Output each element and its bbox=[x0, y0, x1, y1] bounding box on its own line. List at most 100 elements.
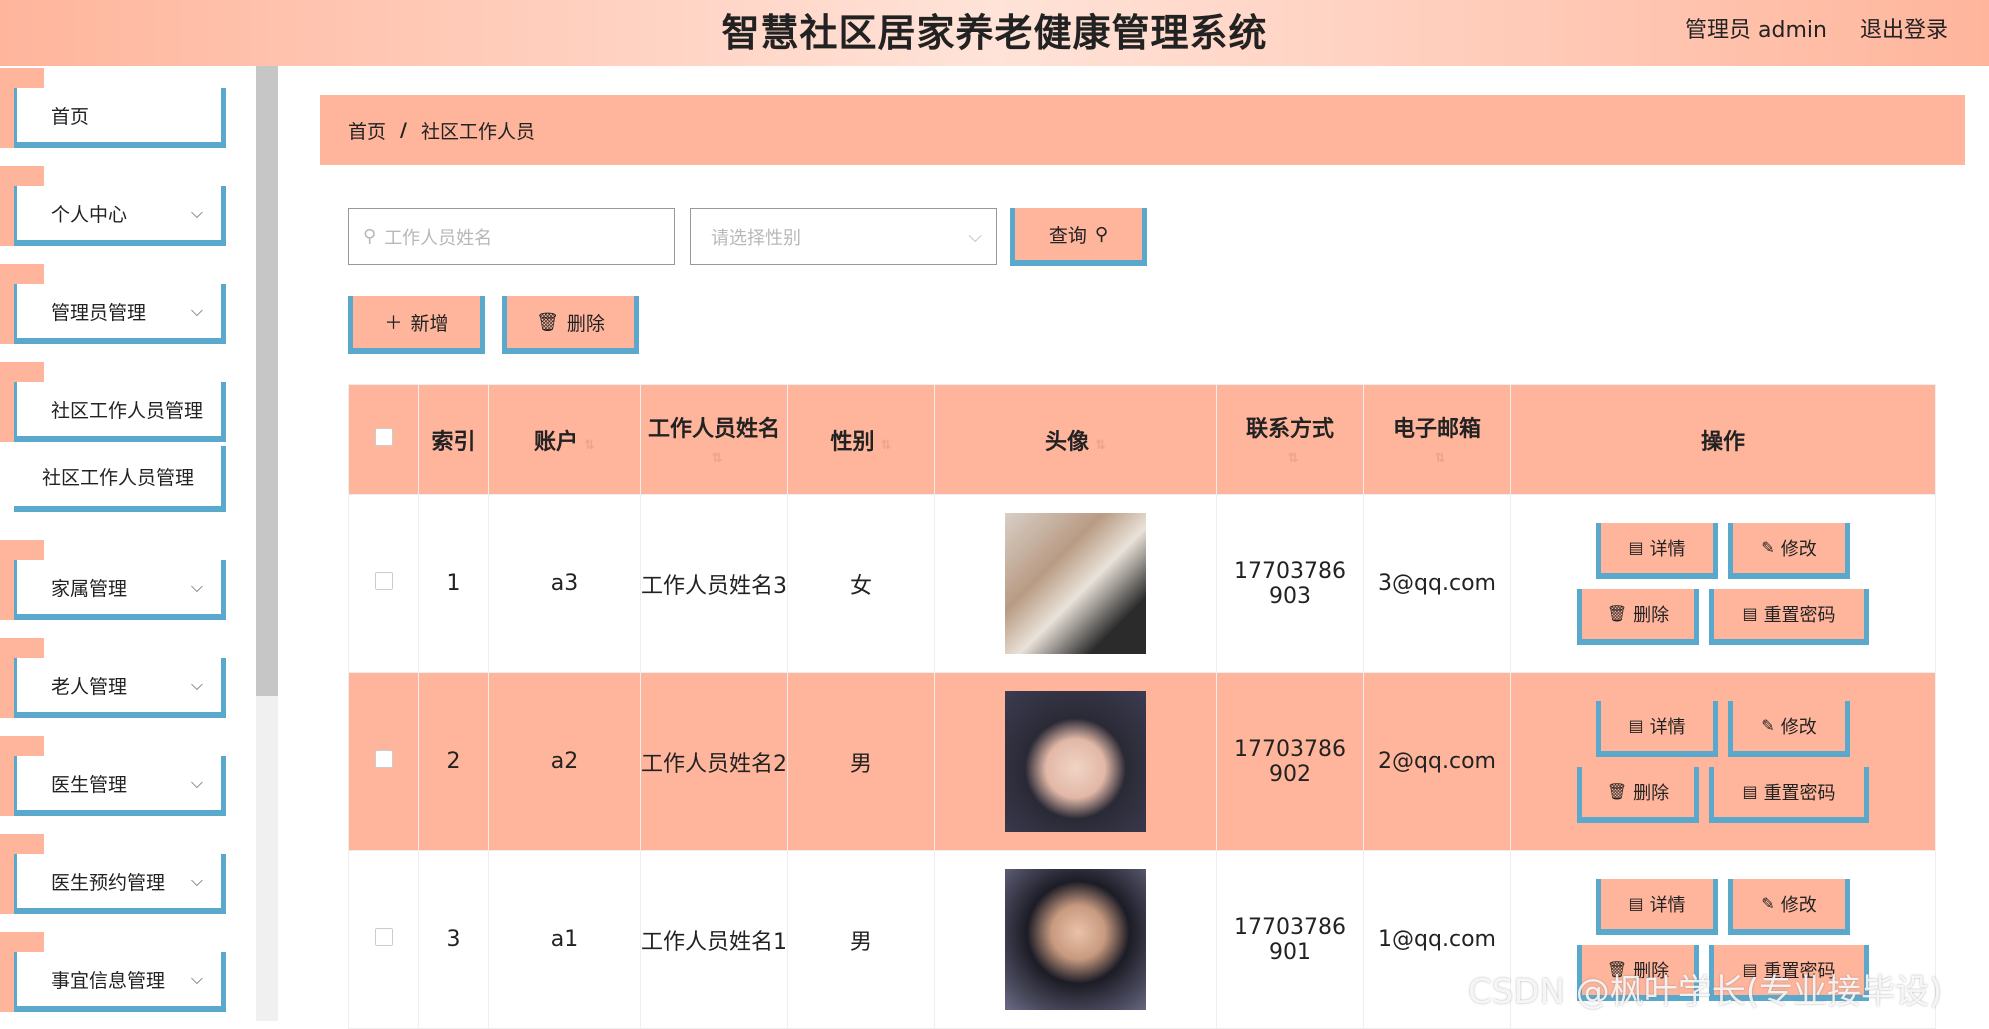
sort-icon[interactable]: ⇅ bbox=[1435, 451, 1446, 466]
sidebar-item-appointment-management[interactable]: 医生预约管理 ⌵ bbox=[0, 834, 230, 914]
cell-gender: 女 bbox=[787, 494, 935, 673]
row-checkbox[interactable] bbox=[374, 750, 393, 768]
sidebar-item-label: 老人管理 bbox=[51, 675, 128, 698]
breadcrumb-home[interactable]: 首页 bbox=[348, 117, 386, 144]
trash-icon: 🗑 bbox=[536, 311, 559, 333]
table-header-row: 索引 账户 ⇅ 工作人员姓名⇅ 性别 ⇅ 头像 ⇅ 联系方式 ⇅ 电子邮箱 ⇅ 操作 bbox=[348, 384, 1936, 495]
header-gender[interactable]: 性别 ⇅ bbox=[787, 384, 935, 495]
cell-avatar bbox=[934, 672, 1217, 851]
admin-user-label: 管理员 admin bbox=[1685, 18, 1827, 43]
reset-password-button[interactable]: ▤ 重置密码 bbox=[1709, 588, 1869, 645]
sort-icon[interactable]: ⇅ bbox=[881, 438, 892, 453]
table-row: 1 a3 工作人员姓名3 女 17703786903 3@qq.com ▤ 详情 … bbox=[348, 494, 1936, 673]
sidebar-scrollbar-thumb[interactable] bbox=[256, 66, 278, 696]
plus-icon: ＋ bbox=[384, 313, 403, 334]
worker-table: 索引 账户 ⇅ 工作人员姓名⇅ 性别 ⇅ 头像 ⇅ 联系方式 ⇅ 电子邮箱 ⇅ 操作 1 … bbox=[348, 384, 1936, 1029]
cell-account: a3 bbox=[488, 494, 641, 673]
row-checkbox[interactable] bbox=[374, 928, 393, 946]
pencil-icon: ✎ bbox=[1761, 716, 1775, 735]
sort-icon[interactable]: ⇅ bbox=[1288, 451, 1299, 466]
cell-phone: 17703786902 bbox=[1216, 672, 1364, 851]
document-icon: ▤ bbox=[1628, 894, 1644, 913]
cell-avatar bbox=[934, 850, 1217, 1029]
row-select-cell[interactable] bbox=[348, 494, 419, 673]
name-search-input[interactable]: ⚲ 工作人员姓名 bbox=[348, 208, 675, 265]
cell-gender: 男 bbox=[787, 672, 935, 851]
detail-button[interactable]: ▤ 详情 bbox=[1596, 878, 1718, 935]
avatar bbox=[1005, 869, 1146, 1010]
pencil-icon: ✎ bbox=[1761, 894, 1775, 913]
cell-gender: 男 bbox=[787, 850, 935, 1029]
sidebar-item-label: 事宜信息管理 bbox=[51, 969, 166, 992]
delete-button[interactable]: 🗑 删除 bbox=[1577, 766, 1699, 823]
row-select-cell[interactable] bbox=[348, 850, 419, 1029]
chevron-down-icon: ⌵ bbox=[190, 773, 203, 792]
sidebar-item-doctor-management[interactable]: 医生管理 ⌵ bbox=[0, 736, 230, 816]
search-icon: ⚲ bbox=[363, 226, 377, 247]
table-row: 2 a2 工作人员姓名2 男 17703786902 2@qq.com ▤ 详情 … bbox=[348, 672, 1936, 851]
gender-select[interactable]: 请选择性别 ⌵ bbox=[690, 208, 997, 265]
cell-name: 工作人员姓名3 bbox=[640, 494, 788, 673]
breadcrumb: 首页 / 社区工作人员 bbox=[320, 95, 1965, 165]
reset-password-button[interactable]: ▤ 重置密码 bbox=[1709, 766, 1869, 823]
sidebar: 首页 个人中心 ⌵ 管理员管理 ⌵ 社区工作人员管理 社区工作人员管理 家属管理 ⌵ … bbox=[0, 66, 255, 1021]
chevron-down-icon: ⌵ bbox=[190, 871, 203, 890]
cell-name: 工作人员姓名2 bbox=[640, 672, 788, 851]
chevron-down-icon: ⌵ bbox=[968, 226, 982, 247]
search-icon: ⚲ bbox=[1094, 223, 1109, 245]
edit-button[interactable]: ✎ 修改 bbox=[1728, 878, 1850, 935]
add-button-label: 新增 bbox=[410, 312, 449, 335]
add-button[interactable]: ＋ 新增 bbox=[348, 296, 485, 354]
sidebar-item-family-management[interactable]: 家属管理 ⌵ bbox=[0, 540, 230, 620]
query-button[interactable]: 查询 ⚲ bbox=[1010, 208, 1147, 266]
gender-select-placeholder: 请选择性别 bbox=[711, 227, 801, 249]
sidebar-item-label: 个人中心 bbox=[51, 203, 128, 226]
sidebar-item-admin-management[interactable]: 管理员管理 ⌵ bbox=[0, 264, 230, 344]
sort-icon[interactable]: ⇅ bbox=[712, 451, 723, 466]
csdn-watermark: CSDN @枫叶学长(专业接毕设) bbox=[1468, 972, 1943, 1012]
cell-account: a1 bbox=[488, 850, 641, 1029]
sort-icon[interactable]: ⇅ bbox=[584, 438, 595, 453]
header-ops: 操作 bbox=[1510, 384, 1936, 495]
sidebar-item-worker-management[interactable]: 社区工作人员管理 bbox=[0, 362, 230, 442]
sidebar-subitem-worker-management[interactable]: 社区工作人员管理 bbox=[0, 446, 230, 526]
logout-link[interactable]: 退出登录 bbox=[1860, 12, 1948, 44]
trash-icon: 🗑 bbox=[1606, 782, 1628, 801]
edit-button[interactable]: ✎ 修改 bbox=[1728, 522, 1850, 579]
row-checkbox[interactable] bbox=[374, 572, 393, 590]
header-name[interactable]: 工作人员姓名⇅ bbox=[640, 384, 788, 495]
header-email[interactable]: 电子邮箱 ⇅ bbox=[1363, 384, 1511, 495]
batch-delete-button[interactable]: 🗑 删除 bbox=[502, 296, 639, 354]
detail-button[interactable]: ▤ 详情 bbox=[1596, 522, 1718, 579]
avatar bbox=[1005, 691, 1146, 832]
detail-button[interactable]: ▤ 详情 bbox=[1596, 700, 1718, 757]
sidebar-item-label: 首页 bbox=[51, 105, 90, 128]
pencil-icon: ✎ bbox=[1761, 538, 1775, 557]
sidebar-item-label: 管理员管理 bbox=[51, 301, 147, 324]
sidebar-item-elderly-management[interactable]: 老人管理 ⌵ bbox=[0, 638, 230, 718]
select-all-cell[interactable] bbox=[348, 384, 419, 495]
sort-icon[interactable]: ⇅ bbox=[1095, 438, 1106, 453]
header-index: 索引 bbox=[418, 384, 489, 495]
sidebar-item-personal-center[interactable]: 个人中心 ⌵ bbox=[0, 166, 230, 246]
avatar bbox=[1005, 513, 1146, 654]
delete-button[interactable]: 🗑 删除 bbox=[1577, 588, 1699, 645]
select-all-checkbox[interactable] bbox=[374, 428, 393, 446]
sidebar-item-label: 家属管理 bbox=[51, 577, 128, 600]
row-select-cell[interactable] bbox=[348, 672, 419, 851]
chevron-down-icon: ⌵ bbox=[190, 969, 203, 988]
sidebar-item-home[interactable]: 首页 bbox=[0, 68, 230, 148]
cell-ops: ▤ 详情 ✎ 修改 🗑 删除 ▤ 重置密码 bbox=[1510, 494, 1936, 673]
sidebar-item-affairs-management[interactable]: 事宜信息管理 ⌵ bbox=[0, 932, 230, 1012]
header-account[interactable]: 账户 ⇅ bbox=[488, 384, 641, 495]
edit-button[interactable]: ✎ 修改 bbox=[1728, 700, 1850, 757]
cell-account: a2 bbox=[488, 672, 641, 851]
header-phone[interactable]: 联系方式 ⇅ bbox=[1216, 384, 1364, 495]
cell-index: 3 bbox=[418, 850, 489, 1029]
cell-name: 工作人员姓名1 bbox=[640, 850, 788, 1029]
chevron-down-icon: ⌵ bbox=[190, 577, 203, 596]
batch-delete-label: 删除 bbox=[566, 312, 605, 335]
header-avatar[interactable]: 头像 ⇅ bbox=[934, 384, 1217, 495]
sidebar-item-label: 社区工作人员管理 bbox=[42, 466, 195, 489]
chevron-down-icon: ⌵ bbox=[190, 301, 203, 320]
